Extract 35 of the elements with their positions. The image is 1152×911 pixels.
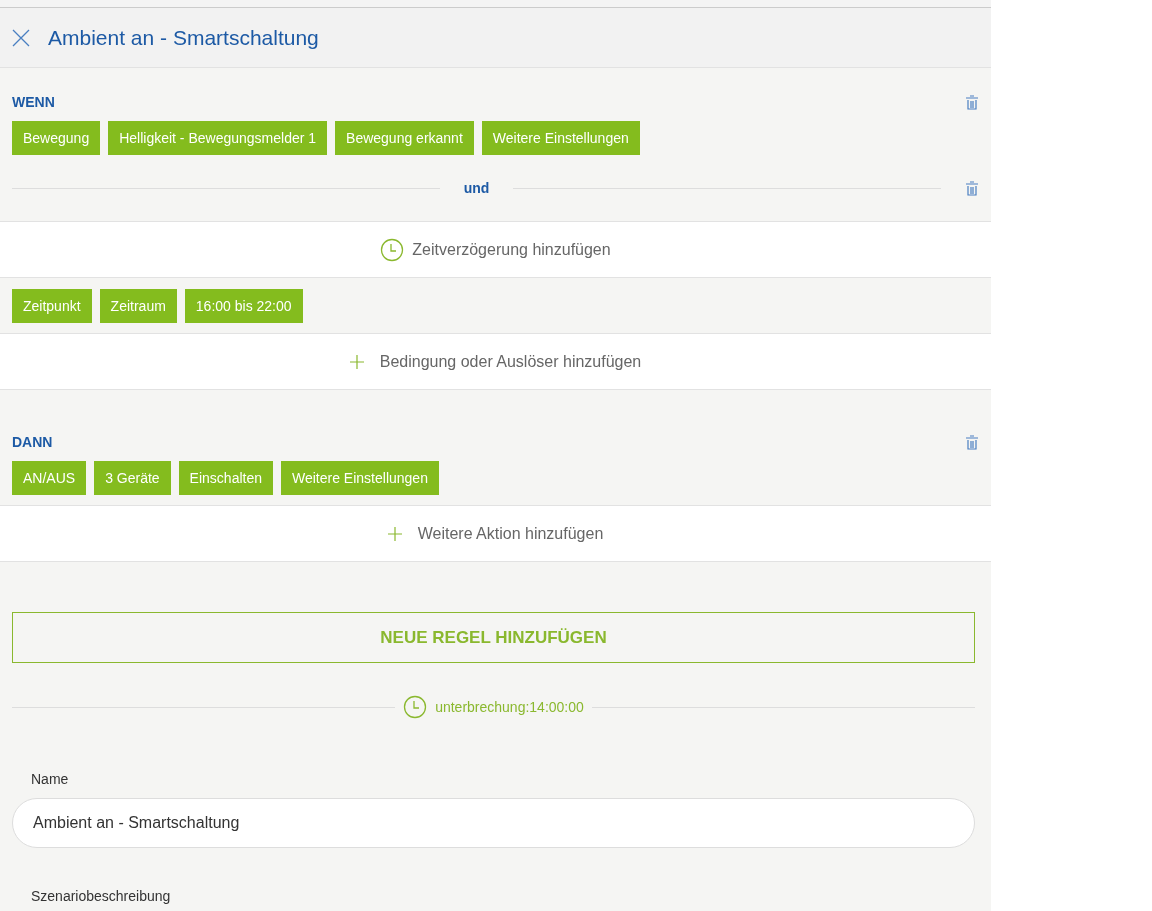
delete-button[interactable] [965, 435, 979, 450]
condition-chip[interactable]: Zeitpunkt [12, 288, 92, 323]
condition-chip[interactable]: Weitere Einstellungen [481, 121, 640, 155]
condition-chip[interactable]: 16:00 bis 22:00 [184, 288, 303, 323]
interruption-label: unterbrechung:14:00:00 [435, 697, 584, 717]
plus-icon [349, 354, 364, 369]
section-heading: DANN [12, 433, 53, 452]
condition-chip[interactable]: AN/AUS [12, 461, 87, 495]
section-heading: WENN [12, 93, 55, 112]
name-field[interactable]: Ambient an - Smartschaltung [12, 798, 975, 848]
condition-chip[interactable]: Zeitraum [99, 288, 177, 323]
condition-chip[interactable]: Helligkeit - Bewegungsmelder 1 [108, 121, 328, 155]
condition-chip[interactable]: Einschalten [178, 461, 273, 495]
add-condition-link[interactable]: Bedingung oder Auslöser hinzufügen [349, 349, 642, 374]
clock-icon [403, 695, 428, 719]
close-button[interactable] [12, 28, 30, 47]
delete-button[interactable] [965, 95, 979, 110]
field-label: Name [31, 770, 70, 789]
close-icon [12, 28, 30, 47]
new-rule-button[interactable]: NEUE REGEL HINZUFÜGEN [12, 612, 975, 663]
field-label: Szenariobeschreibung [31, 887, 172, 906]
clock-icon [380, 237, 405, 262]
plus-icon [387, 526, 402, 541]
condition-chip[interactable]: Weitere Einstellungen [281, 461, 439, 495]
page-title: Ambient an - Smartschaltung [48, 24, 319, 51]
trash-icon [965, 180, 979, 196]
condition-chip[interactable]: Bewegung erkannt [335, 121, 474, 155]
add-delay-link[interactable]: Zeitverzögerung hinzufügen [380, 237, 611, 262]
add-action-link[interactable]: Weitere Aktion hinzufügen [387, 521, 604, 546]
condition-chip[interactable]: Bewegung [12, 121, 101, 155]
trash-icon [965, 435, 979, 450]
connector-label: und [462, 178, 491, 198]
condition-chip[interactable]: 3 Geräte [94, 461, 171, 495]
delete-button[interactable] [965, 180, 979, 196]
trash-icon [965, 95, 979, 110]
